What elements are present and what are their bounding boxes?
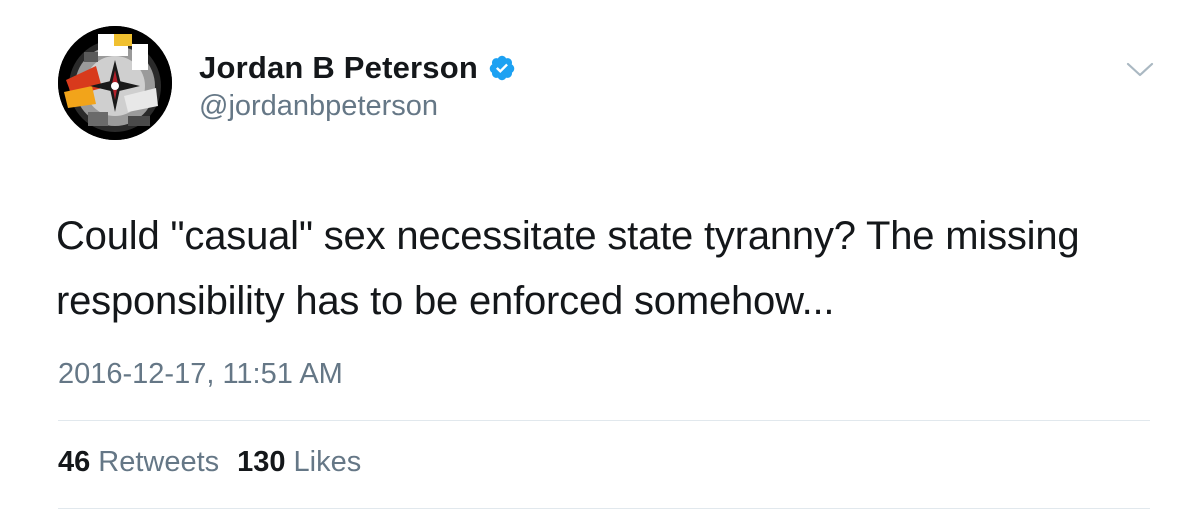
display-name[interactable]: Jordan B Peterson	[199, 50, 478, 86]
tweet-stats: 46 Retweets 130 Likes	[58, 446, 379, 479]
verified-badge-icon	[488, 54, 516, 82]
avatar-image	[58, 26, 172, 140]
author-handle[interactable]: @jordanbpeterson	[199, 90, 438, 123]
divider	[58, 420, 1150, 421]
tweet-card: Jordan B Peterson @jordanbpeterson Could…	[0, 0, 1194, 511]
avatar[interactable]	[58, 26, 172, 140]
likes-label[interactable]: Likes	[294, 446, 362, 479]
tweet-timestamp[interactable]: 2016-12-17, 11:51 AM	[58, 358, 343, 391]
likes-count[interactable]: 130	[237, 446, 285, 479]
chevron-down-icon[interactable]	[1125, 58, 1155, 80]
retweets-label[interactable]: Retweets	[98, 446, 219, 479]
retweets-count[interactable]: 46	[58, 446, 90, 479]
divider	[58, 508, 1150, 509]
tweet-text: Could "casual" sex necessitate state tyr…	[56, 214, 1080, 323]
author-name-row: Jordan B Peterson	[199, 48, 516, 88]
